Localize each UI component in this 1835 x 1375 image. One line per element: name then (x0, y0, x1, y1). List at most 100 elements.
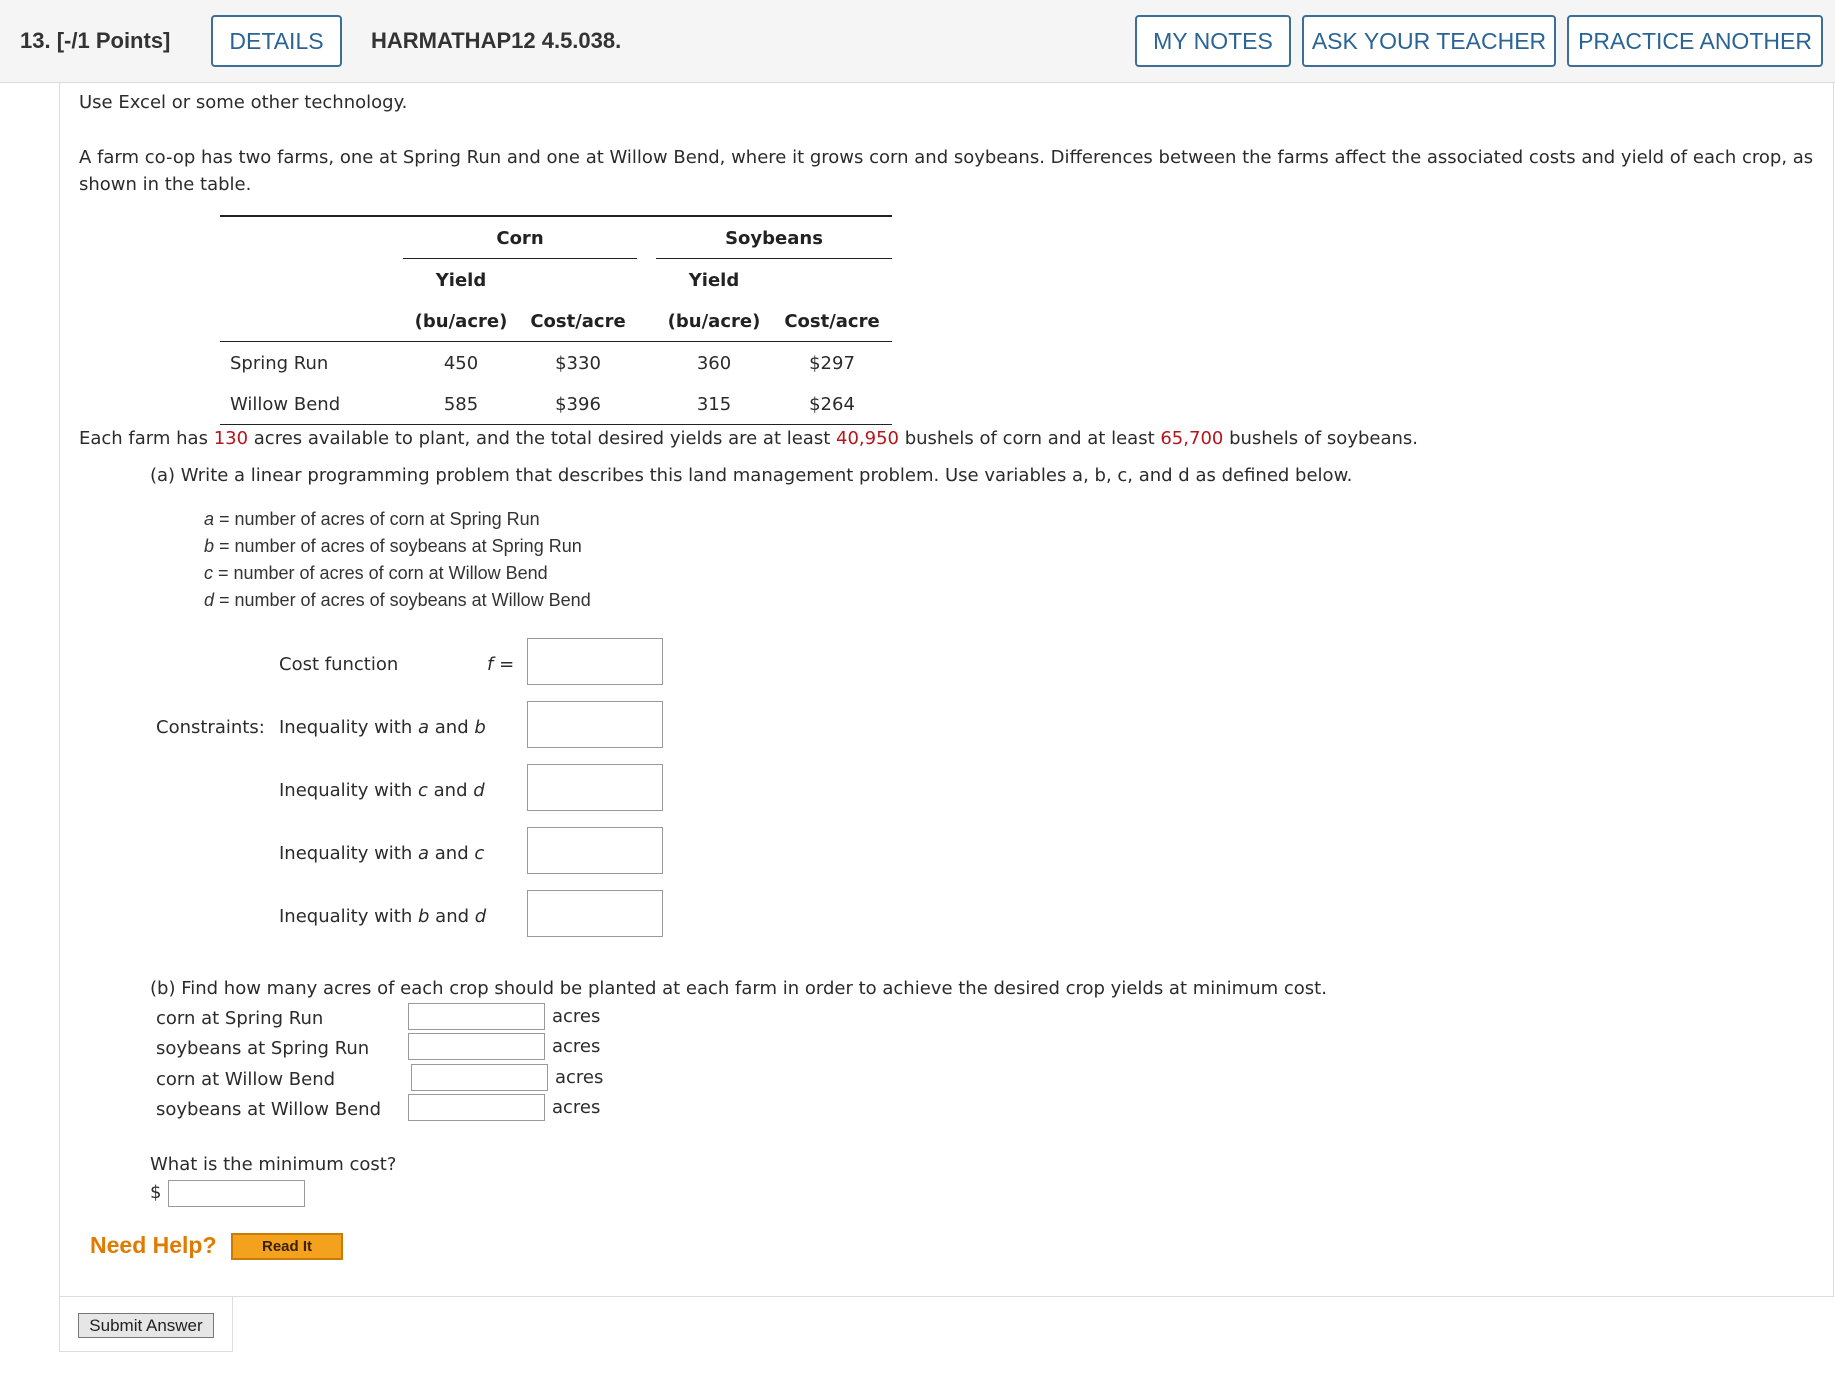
variable-definition: a = number of acres of corn at Spring Ru… (204, 509, 540, 530)
variable-definition: d = number of acres of soybeans at Willo… (204, 590, 591, 611)
problem-text-line1: A farm co-op has two farms, one at Sprin… (79, 147, 1814, 168)
soy-yield-unit: (bu/acre) (667, 311, 761, 332)
details-button[interactable]: DETAILS (211, 15, 342, 67)
soy-yield-value: 315 (696, 394, 732, 415)
corn-yield-value: 450 (443, 353, 479, 374)
part-b-prompt: (b) Find how many acres of each crop sho… (150, 978, 1327, 999)
soybeans-spring-run-input[interactable] (408, 1033, 545, 1060)
f-symbol: f (487, 654, 494, 675)
var-symbol: a (204, 509, 215, 529)
acres-unit: acres (552, 1036, 601, 1057)
question-header: 13. [-/1 Points] DETAILS HARMATHAP12 4.5… (0, 0, 1835, 83)
cost-function-label: Cost function (279, 654, 399, 675)
submit-answer-button[interactable]: Submit Answer (78, 1313, 214, 1338)
soybeans-header-rule (656, 258, 892, 259)
ineq-var: a (418, 717, 430, 738)
corn-header-rule (403, 258, 637, 259)
var-text: = number of acres of soybeans at Spring … (214, 536, 582, 556)
soy-cost-header: Cost/acre (784, 311, 880, 332)
corn-cost-header: Cost/acre (530, 311, 626, 332)
ineq-var: b (418, 906, 430, 927)
ineq-text: and (429, 906, 475, 927)
corn-header: Corn (496, 228, 544, 249)
summary-text: acres available to plant, and the total … (248, 428, 836, 449)
minimum-cost-question: What is the minimum cost? (150, 1154, 397, 1175)
farm-name: Spring Run (230, 353, 329, 374)
acres-unit: acres (552, 1006, 601, 1027)
corn-yield-unit: (bu/acre) (414, 311, 508, 332)
inequality-ac-label: Inequality with a and c (279, 843, 484, 864)
soy-yield-header: Yield (688, 270, 740, 291)
inequality-ab-input[interactable] (527, 701, 663, 748)
var-text: = number of acres of corn at Willow Bend (213, 563, 548, 583)
inequality-ab-label: Inequality with a and b (279, 717, 486, 738)
constraints-summary: Each farm has 130 acres available to pla… (79, 428, 1418, 449)
variable-definition: b = number of acres of soybeans at Sprin… (204, 536, 582, 557)
acres-unit: acres (555, 1067, 604, 1088)
ineq-var: d (473, 780, 485, 801)
inequality-cd-label: Inequality with c and d (279, 780, 485, 801)
table-header-rule (220, 341, 892, 342)
soybeans-willow-bend-input[interactable] (408, 1094, 545, 1121)
equals-sign: = (499, 654, 515, 675)
var-text: = number of acres of corn at Spring Run (214, 509, 540, 529)
corn-yield-header: Yield (435, 270, 487, 291)
soy-bushels-value: 65,700 (1160, 428, 1224, 449)
question-number-points: 13. [-/1 Points] (20, 28, 170, 54)
summary-text: bushels of corn and at least (898, 428, 1161, 449)
acres-unit: acres (552, 1097, 601, 1118)
table-top-rule (220, 215, 892, 217)
question-code: HARMATHAP12 4.5.038. (371, 28, 622, 53)
instruction-text: Use Excel or some other technology. (79, 92, 408, 113)
corn-spring-run-label: corn at Spring Run (156, 1008, 324, 1029)
read-it-button[interactable]: Read It (231, 1233, 343, 1260)
ineq-text: and (429, 843, 475, 864)
summary-text: Each farm has (79, 428, 214, 449)
soy-yield-value: 360 (696, 353, 732, 374)
inequality-ac-input[interactable] (527, 827, 663, 874)
ineq-text: Inequality with (279, 780, 418, 801)
ineq-text: Inequality with (279, 843, 418, 864)
corn-cost-value: $396 (555, 394, 601, 415)
ineq-var: c (418, 780, 428, 801)
problem-text-line2: shown in the table. (79, 174, 252, 195)
acres-value: 130 (213, 428, 249, 449)
variable-definition: c = number of acres of corn at Willow Be… (204, 563, 548, 584)
summary-text: bushels of soybeans. (1223, 428, 1419, 449)
var-symbol: b (204, 536, 215, 556)
var-text: = number of acres of soybeans at Willow … (214, 590, 591, 610)
soybeans-spring-run-label: soybeans at Spring Run (156, 1038, 370, 1059)
var-symbol: d (204, 590, 215, 610)
dollar-sign: $ (150, 1182, 162, 1203)
corn-spring-run-input[interactable] (408, 1003, 545, 1030)
ineq-var: c (474, 843, 485, 864)
cost-function-input[interactable] (527, 638, 663, 685)
ineq-text: Inequality with (279, 906, 418, 927)
soy-cost-value: $297 (809, 353, 855, 374)
ineq-var: a (418, 843, 430, 864)
points-label: [-/1 Points] (56, 28, 171, 53)
question-number: 13. (20, 28, 51, 53)
soy-cost-value: $264 (809, 394, 855, 415)
ineq-text: and (427, 780, 474, 801)
constraints-label: Constraints: (156, 717, 265, 738)
ineq-text: and (429, 717, 475, 738)
corn-willow-bend-input[interactable] (411, 1064, 548, 1091)
corn-bushels-value: 40,950 (836, 428, 899, 449)
soybeans-header: Soybeans (725, 228, 823, 249)
inequality-bd-label: Inequality with b and d (279, 906, 486, 927)
inequality-cd-input[interactable] (527, 764, 663, 811)
my-notes-button[interactable]: MY NOTES (1135, 15, 1291, 67)
minimum-cost-input[interactable] (168, 1180, 305, 1207)
corn-cost-value: $330 (555, 353, 601, 374)
inequality-bd-input[interactable] (527, 890, 663, 937)
ineq-var: d (474, 906, 487, 927)
ask-your-teacher-button[interactable]: ASK YOUR TEACHER (1302, 15, 1556, 67)
ineq-var: b (474, 717, 486, 738)
farm-name: Willow Bend (230, 394, 341, 415)
ineq-text: Inequality with (279, 717, 418, 738)
corn-yield-value: 585 (443, 394, 479, 415)
part-a-prompt: (a) Write a linear programming problem t… (150, 465, 1353, 486)
var-symbol: c (204, 563, 213, 583)
practice-another-button[interactable]: PRACTICE ANOTHER (1567, 15, 1823, 67)
